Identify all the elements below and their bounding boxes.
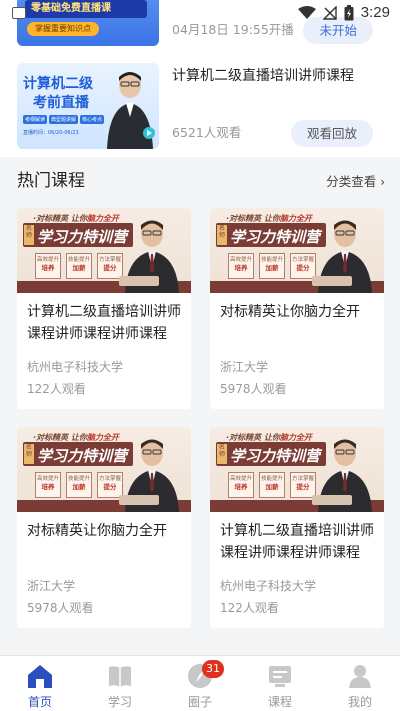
course-school: 杭州电子科技大学 <box>220 579 317 593</box>
cover-banner: 名师 学习力特训营 <box>216 442 326 466</box>
cover-tag: 名师 <box>217 225 227 245</box>
tab-home[interactable]: 首页 <box>0 660 80 711</box>
no-signal-icon <box>322 5 337 20</box>
cover-feature-boxes: 高效提升 培养 技能提升 加薪 方法掌握 提分 <box>35 253 123 279</box>
course-icon <box>267 663 293 689</box>
teacher-photo <box>312 220 372 293</box>
section-title: 热门课程 <box>17 171 85 191</box>
tab-label: 学习 <box>107 695 132 709</box>
course-title: 计算机二级直播培训讲师课程讲师课程讲师课程 <box>27 304 181 342</box>
cover-tag: 名师 <box>217 444 227 464</box>
profile-icon <box>347 663 373 689</box>
course-cover: ·对标精英 让你脑力全开 名师 学习力特训营 高效提升 培养 技能提升 加薪 方法掌… <box>17 208 191 293</box>
live-course-title: 计算机二级直播培训讲师课程 <box>172 68 354 84</box>
tab-profile[interactable]: 我的 <box>320 660 400 711</box>
cover-tag: 名师 <box>24 444 34 464</box>
live-course-thumbnail: 计算机二级 考前直播 考纲解读 典型题讲解 核心考点 直播时间：06/20-06… <box>17 63 159 149</box>
notification-badge: 31 <box>202 660 224 678</box>
course-cover: ·对标精英 让你脑力全开 名师 学习力特训营 高效提升 培养 技能提升 加薪 方法掌… <box>210 427 384 512</box>
cover-feature-boxes: 高效提升 培养 技能提升 加薪 方法掌握 提分 <box>35 472 123 498</box>
course-card[interactable]: ·对标精英 让你脑力全开 名师 学习力特训营 高效提升 培养 技能提升 加薪 方法掌… <box>210 208 384 409</box>
teacher-photo <box>107 72 155 149</box>
thumbnail-chip: 典型题讲解 <box>49 115 79 124</box>
bottom-tab-bar: 首页 学习 31 圈子 课程 我的 <box>0 655 400 711</box>
thumbnail-chip: 核心考点 <box>80 115 105 124</box>
course-school: 浙江大学 <box>220 360 269 374</box>
teacher-photo <box>119 439 179 512</box>
cover-feature-boxes: 高效提升 培养 技能提升 加薪 方法掌握 提分 <box>228 472 316 498</box>
course-title: 对标精英让你脑力全开 <box>220 304 360 320</box>
thumbnail-chip: 考纲解读 <box>23 115 48 124</box>
teacher-photo <box>312 439 372 512</box>
course-title: 对标精英让你脑力全开 <box>27 523 167 539</box>
book-icon <box>107 663 133 689</box>
tab-circle[interactable]: 31 圈子 <box>160 660 240 711</box>
status-icons: 3:29 <box>297 4 390 21</box>
thumbnail-line1: 计算机二级 <box>23 76 93 92</box>
cover-banner: 名师 学习力特训营 <box>23 223 133 247</box>
wifi-icon <box>297 5 316 19</box>
course-views: 5978人观看 <box>220 382 287 396</box>
course-views: 122人观看 <box>27 382 86 396</box>
thumbnail-line2: 考前直播 <box>33 95 89 111</box>
cover-title: 学习力特训营 <box>37 447 128 465</box>
course-views: 122人观看 <box>220 601 279 615</box>
course-school: 浙江大学 <box>27 579 76 593</box>
teacher-photo <box>119 220 179 293</box>
category-view-label: 分类查看 <box>326 174 377 189</box>
tab-courses[interactable]: 课程 <box>240 660 320 711</box>
home-icon <box>27 663 53 689</box>
thumbnail-chips: 考纲解读 典型题讲解 核心考点 <box>23 115 105 124</box>
cover-banner: 名师 学习力特训营 <box>23 442 133 466</box>
cover-title: 学习力特训营 <box>230 447 321 465</box>
tab-label: 课程 <box>267 695 292 709</box>
course-cover: ·对标精英 让你脑力全开 名师 学习力特训营 高效提升 培养 技能提升 加薪 方法掌… <box>17 427 191 512</box>
course-views: 5978人观看 <box>27 601 94 615</box>
cover-title: 学习力特训营 <box>37 228 128 246</box>
tab-label: 圈子 <box>187 695 212 709</box>
cover-tag: 名师 <box>24 225 34 245</box>
tab-study[interactable]: 学习 <box>80 660 160 711</box>
battery-icon <box>344 4 354 20</box>
live-course-views: 6521人观看 <box>172 125 242 140</box>
clock: 3:29 <box>360 4 390 21</box>
course-title: 计算机二级直播培训讲师课程讲师课程讲师课程 <box>220 523 374 561</box>
course-card[interactable]: ·对标精英 让你脑力全开 名师 学习力特训营 高效提升 培养 技能提升 加薪 方法掌… <box>17 427 191 628</box>
cover-banner: 名师 学习力特训营 <box>216 223 326 247</box>
watch-replay-button[interactable]: 观看回放 <box>290 120 373 147</box>
live-course-item[interactable]: 计算机二级 考前直播 考纲解读 典型题讲解 核心考点 直播时间：06/20-06… <box>17 63 383 149</box>
tab-label: 首页 <box>27 695 52 709</box>
course-school: 杭州电子科技大学 <box>27 360 124 374</box>
cover-title: 学习力特训营 <box>230 228 321 246</box>
course-card[interactable]: ·对标精英 让你脑力全开 名师 学习力特训营 高效提升 培养 技能提升 加薪 方法掌… <box>17 208 191 409</box>
tab-label: 我的 <box>347 695 372 709</box>
chevron-right-icon: › <box>380 175 385 189</box>
cover-feature-boxes: 高效提升 培养 技能提升 加薪 方法掌握 提分 <box>228 253 316 279</box>
thumbnail-time: 直播时间：06/20-06/23 <box>23 130 79 136</box>
notification-icon <box>12 7 26 19</box>
category-view-link[interactable]: 分类查看 › <box>326 171 385 190</box>
course-card[interactable]: ·对标精英 让你脑力全开 名师 学习力特训营 高效提升 培养 技能提升 加薪 方法掌… <box>210 427 384 628</box>
status-bar: 3:29 <box>0 0 400 28</box>
course-cover: ·对标精英 让你脑力全开 名师 学习力特训营 高效提升 培养 技能提升 加薪 方法掌… <box>210 208 384 293</box>
hot-courses-header: 热门课程 分类查看 › <box>17 166 385 192</box>
